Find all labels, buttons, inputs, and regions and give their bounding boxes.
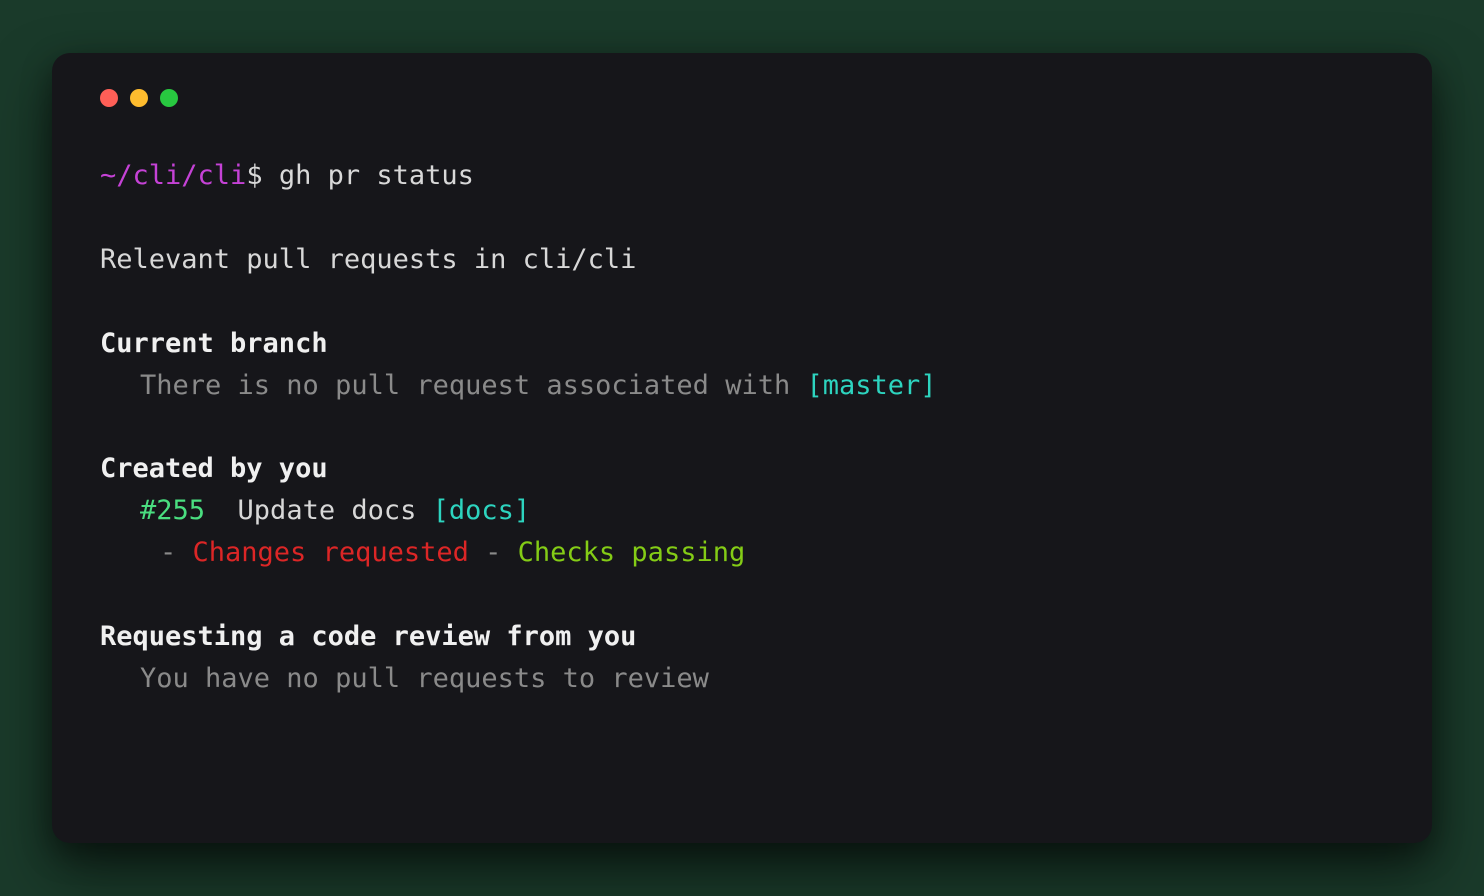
status-checks-passing: Checks passing	[518, 537, 746, 568]
prompt-line: ~/cli/cli$ gh pr status	[100, 155, 1384, 197]
window-controls	[100, 89, 1384, 107]
summary-line: Relevant pull requests in cli/cli	[100, 239, 1384, 281]
close-button[interactable]	[100, 89, 118, 107]
section-header-created: Created by you	[100, 448, 1384, 490]
pr-line: #255 Update docs [docs]	[100, 490, 1384, 532]
pr-branch: [docs]	[433, 495, 531, 526]
current-branch-body: There is no pull request associated with…	[100, 365, 1384, 407]
terminal-content[interactable]: ~/cli/cli$ gh pr status Relevant pull re…	[100, 155, 1384, 700]
prompt-dollar: $	[246, 160, 262, 191]
pr-title: Update docs	[238, 495, 417, 526]
pr-status-line: - Changes requested - Checks passing	[100, 532, 1384, 574]
status-dash-1: -	[160, 537, 193, 568]
section-requesting-review: Requesting a code review from you You ha…	[100, 616, 1384, 700]
pr-number: #255	[140, 495, 205, 526]
section-created-by-you: Created by you #255 Update docs [docs] -…	[100, 448, 1384, 574]
minimize-button[interactable]	[130, 89, 148, 107]
terminal-window: ~/cli/cli$ gh pr status Relevant pull re…	[52, 53, 1432, 843]
command-text: gh pr status	[279, 160, 474, 191]
review-body: You have no pull requests to review	[100, 658, 1384, 700]
maximize-button[interactable]	[160, 89, 178, 107]
section-current-branch: Current branch There is no pull request …	[100, 323, 1384, 407]
section-header-current-branch: Current branch	[100, 323, 1384, 365]
section-header-review: Requesting a code review from you	[100, 616, 1384, 658]
prompt-path: ~/cli/cli	[100, 160, 246, 191]
review-text: You have no pull requests to review	[140, 663, 709, 694]
current-branch-name: [master]	[806, 370, 936, 401]
current-branch-text: There is no pull request associated with	[140, 370, 806, 401]
status-sep: -	[469, 537, 518, 568]
status-changes-requested: Changes requested	[193, 537, 469, 568]
